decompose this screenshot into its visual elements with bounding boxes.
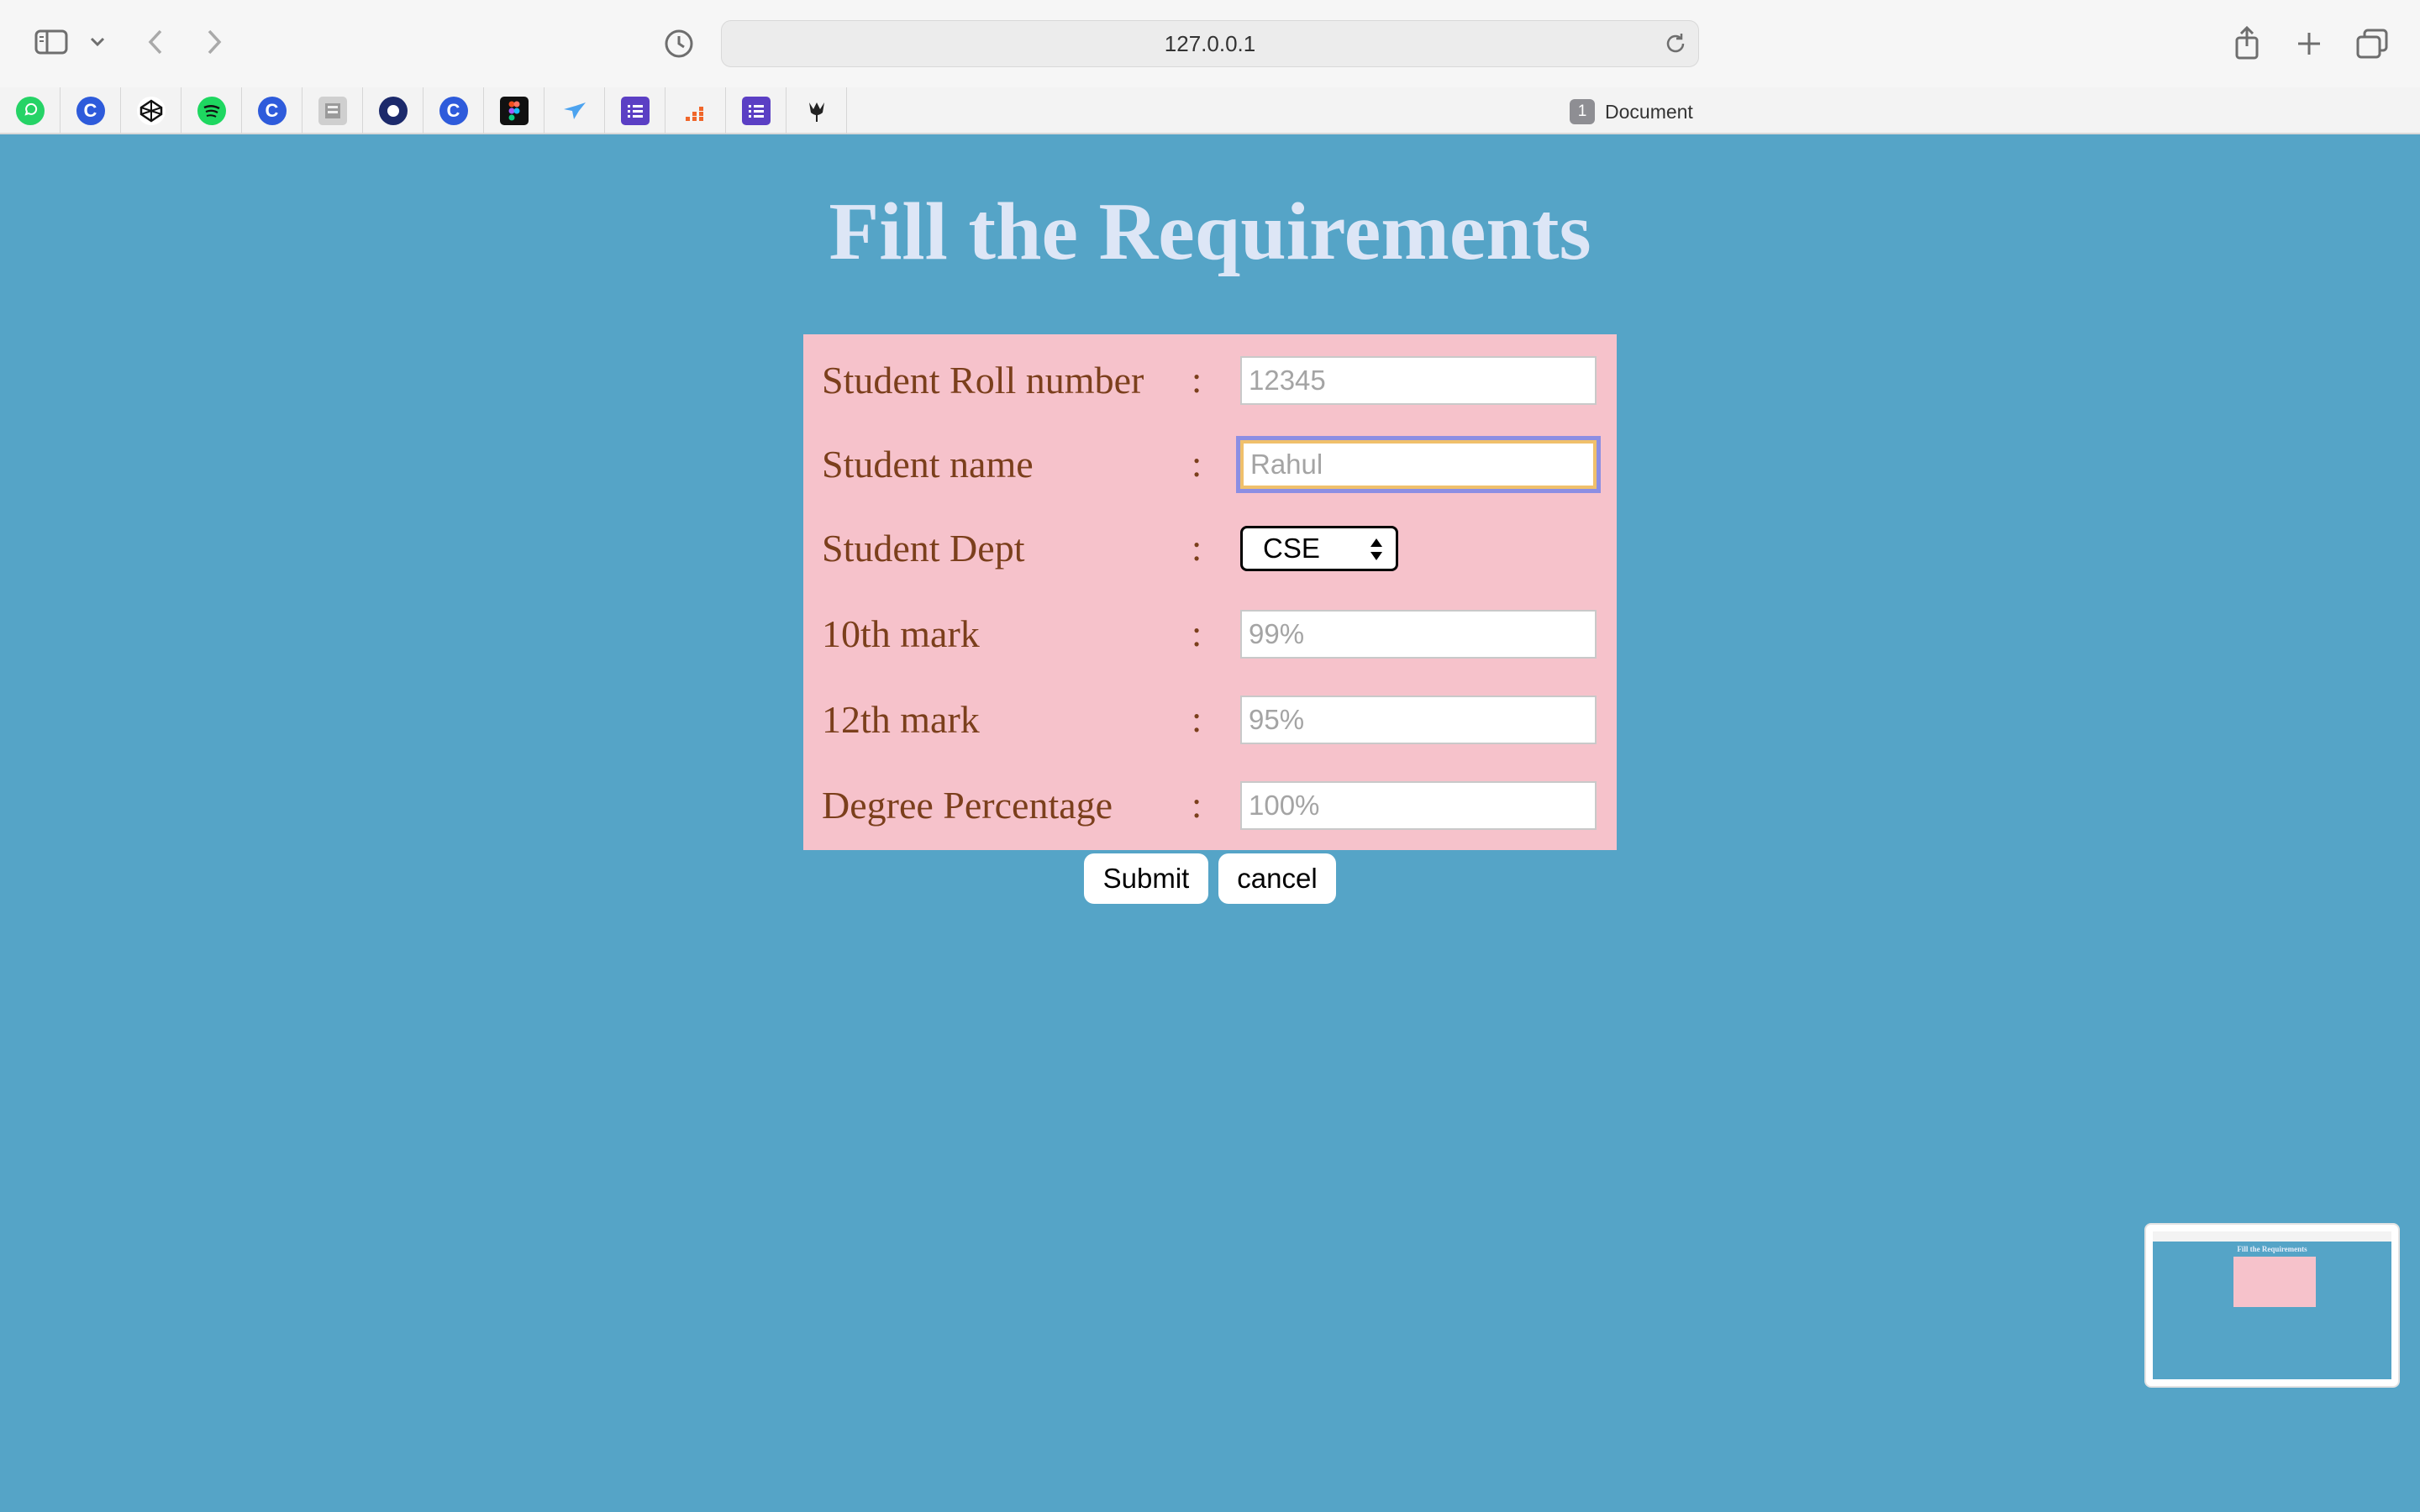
degree-percentage-label: Degree Percentage — [822, 783, 1113, 827]
form-row-roll-number: Student Roll number : — [803, 354, 1617, 405]
separator: : — [1192, 784, 1202, 826]
tulip-icon — [802, 97, 831, 125]
bookmark-list-2[interactable] — [726, 87, 786, 134]
bookmark-c-site-2[interactable]: C — [242, 87, 302, 134]
tab-title: Document — [1605, 100, 1693, 123]
sidebar-toggle-icon[interactable] — [32, 25, 71, 59]
browser-toolbar: 127.0.0.1 — [0, 0, 2420, 87]
twelfth-mark-label: 12th mark — [822, 697, 980, 741]
separator: : — [1192, 527, 1202, 569]
separator: : — [1192, 359, 1202, 401]
form-row-10th-mark: 10th mark : — [803, 608, 1617, 659]
tab-count-badge: 1 — [1570, 99, 1595, 124]
c-logo-icon: C — [257, 97, 287, 125]
document-scan-icon — [318, 97, 347, 125]
bars-icon — [681, 97, 710, 125]
bookmark-codepen[interactable] — [121, 87, 182, 134]
dept-selected-value: CSE — [1263, 533, 1320, 564]
bookmark-spotify[interactable] — [182, 87, 242, 134]
bookmark-c-site-3[interactable]: C — [424, 87, 484, 134]
list-icon — [620, 97, 650, 125]
reload-icon[interactable] — [1663, 31, 1688, 62]
select-arrows-icon — [1369, 535, 1384, 570]
whatsapp-icon — [15, 97, 45, 125]
bird-icon — [560, 97, 589, 125]
form-row-degree-percentage: Degree Percentage : — [803, 780, 1617, 830]
tenth-mark-input[interactable] — [1240, 610, 1597, 659]
codepen-icon — [136, 97, 166, 125]
student-dept-label: Student Dept — [822, 526, 1025, 570]
submit-button[interactable]: Submit — [1084, 853, 1208, 904]
dept-select[interactable]: CSE — [1240, 526, 1398, 571]
list-icon — [741, 97, 771, 125]
tenth-mark-label: 10th mark — [822, 612, 980, 655]
bookmark-document-scan[interactable] — [302, 87, 363, 134]
active-tab[interactable]: 1 Document — [1570, 97, 1693, 126]
bookmark-whatsapp[interactable] — [0, 87, 60, 134]
student-name-input[interactable] — [1236, 436, 1601, 493]
degree-percentage-input[interactable] — [1240, 781, 1597, 830]
cancel-button[interactable]: cancel — [1218, 853, 1336, 904]
history-clock-icon[interactable] — [662, 27, 696, 60]
screenshot-thumbnail[interactable]: Fill the Requirements — [2144, 1223, 2400, 1388]
c-logo-icon: C — [439, 97, 468, 125]
form-row-12th-mark: 12th mark : — [803, 694, 1617, 744]
bookmark-list[interactable] — [605, 87, 666, 134]
thumbnail-toolbar — [2153, 1231, 2391, 1242]
bookmark-bird[interactable] — [544, 87, 605, 134]
page-title: Fill the Requirements — [829, 186, 1591, 277]
back-arrow-icon[interactable] — [141, 25, 170, 59]
url-text: 127.0.0.1 — [1164, 30, 1256, 56]
separator: : — [1192, 698, 1202, 740]
roll-number-input[interactable] — [1240, 356, 1597, 405]
thumbnail-title: Fill the Requirements — [2237, 1245, 2307, 1253]
requirements-form: Student Roll number : Student name : Stu… — [803, 334, 1617, 850]
chevron-down-icon[interactable] — [87, 32, 108, 52]
circle-icon — [378, 97, 408, 125]
twelfth-mark-input[interactable] — [1240, 696, 1597, 744]
roll-number-label: Student Roll number — [822, 358, 1144, 402]
bookmark-figma[interactable] — [484, 87, 544, 134]
favorites-bar: C C C — [0, 87, 2420, 134]
separator: : — [1192, 443, 1202, 485]
address-bar[interactable]: 127.0.0.1 — [721, 20, 1699, 67]
form-row-student-name: Student name : — [803, 436, 1617, 493]
new-tab-plus-icon[interactable] — [2291, 25, 2328, 62]
bookmark-tulip[interactable] — [786, 87, 847, 134]
forward-arrow-icon[interactable] — [200, 25, 229, 59]
thumbnail-preview: Fill the Requirements — [2153, 1231, 2391, 1379]
form-row-student-dept: Student Dept : CSE — [803, 522, 1617, 573]
bookmark-bars[interactable] — [666, 87, 726, 134]
bookmark-c-site[interactable]: C — [60, 87, 121, 134]
student-name-label: Student name — [822, 442, 1034, 486]
share-icon[interactable] — [2228, 24, 2265, 62]
tab-overview-icon[interactable] — [2353, 25, 2391, 62]
figma-icon — [499, 97, 529, 125]
bookmark-circle[interactable] — [363, 87, 424, 134]
thumbnail-form — [2233, 1257, 2316, 1307]
spotify-icon — [197, 97, 226, 125]
c-logo-icon: C — [76, 97, 105, 125]
separator: : — [1192, 612, 1202, 654]
